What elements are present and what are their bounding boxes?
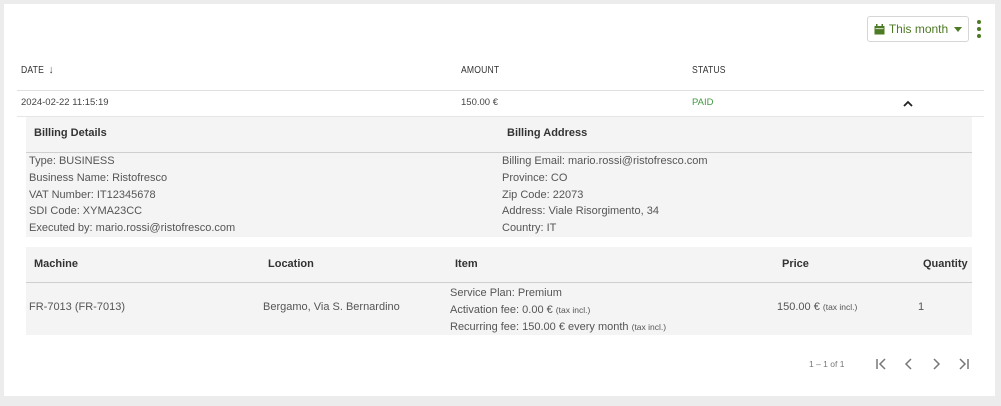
calendar-icon bbox=[874, 23, 885, 35]
billing-zip: Zip Code: 22073 bbox=[502, 188, 584, 201]
billing-province: Province: CO bbox=[502, 171, 568, 184]
header-divider bbox=[17, 90, 984, 91]
items-header-quantity: Quantity bbox=[923, 258, 968, 270]
items-divider bbox=[26, 282, 972, 283]
billing-vat-number: VAT Number: IT12345678 bbox=[29, 188, 156, 201]
kebab-menu-icon[interactable] bbox=[975, 20, 983, 38]
item-activation-fee: Activation fee: 0.00 € (tax incl.) bbox=[450, 304, 591, 316]
billing-address-title: Billing Address bbox=[507, 127, 588, 139]
last-page-icon[interactable] bbox=[955, 355, 973, 373]
billing-address-list: Billing Email: mario.rossi@ristofresco.c… bbox=[502, 153, 708, 237]
column-header-date[interactable]: DATE ↓ bbox=[21, 64, 54, 76]
billing-country: Country: IT bbox=[502, 222, 557, 235]
billing-details-title: Billing Details bbox=[34, 127, 107, 139]
row-date: 2024-02-22 11:15:19 bbox=[21, 97, 109, 108]
arrow-down-icon: ↓ bbox=[48, 64, 54, 76]
date-filter-label: This month bbox=[888, 22, 949, 36]
pagination-range: 1 – 1 of 1 bbox=[809, 359, 845, 369]
billing-address: Address: Viale Risorgimento, 34 bbox=[502, 205, 659, 218]
row-status-badge: PAID bbox=[692, 97, 714, 108]
item-quantity: 1 bbox=[918, 301, 925, 313]
billing-executed-by: Executed by: mario.rossi@ristofresco.com bbox=[29, 222, 236, 235]
item-machine: FR-7013 (FR-7013) bbox=[29, 301, 125, 313]
items-header-machine: Machine bbox=[34, 258, 79, 270]
billing-panel: Billing Details Billing Address Type: BU… bbox=[26, 117, 972, 237]
next-page-icon[interactable] bbox=[927, 355, 945, 373]
billing-type: Type: BUSINESS bbox=[29, 155, 115, 167]
items-table: Machine Location Item Price Quantity FR-… bbox=[26, 247, 972, 335]
item-recurring-fee: Recurring fee: 150.00 € every month (tax… bbox=[450, 321, 667, 333]
items-header-location: Location bbox=[268, 258, 314, 270]
previous-page-icon[interactable] bbox=[900, 355, 918, 373]
caret-down-icon bbox=[954, 26, 963, 32]
column-header-status[interactable]: STATUS bbox=[692, 64, 726, 76]
billing-details-list: Type: BUSINESS Business Name: Ristofresc… bbox=[29, 153, 235, 237]
billing-email: Billing Email: mario.rossi@ristofresco.c… bbox=[502, 155, 708, 167]
payments-card: This month DATE ↓ AMOUNT STATUS 2024-02-2… bbox=[4, 4, 995, 396]
item-price: 150.00 € (tax incl.) bbox=[777, 301, 858, 313]
billing-business-name: Business Name: Ristofresco bbox=[29, 171, 168, 184]
items-header-price: Price bbox=[782, 258, 809, 270]
item-service-plan: Service Plan: Premium bbox=[450, 287, 562, 299]
chevron-up-icon[interactable] bbox=[902, 96, 914, 107]
date-filter-button[interactable]: This month bbox=[867, 16, 969, 42]
item-description: Service Plan: Premium Activation fee: 0.… bbox=[450, 285, 666, 336]
first-page-icon[interactable] bbox=[872, 355, 890, 373]
items-header-item: Item bbox=[455, 258, 478, 270]
item-location: Bergamo, Via S. Bernardino bbox=[263, 301, 400, 313]
billing-sdi-code: SDI Code: XYMA23CC bbox=[29, 205, 143, 218]
column-header-amount[interactable]: AMOUNT bbox=[461, 64, 499, 76]
row-amount: 150.00 € bbox=[461, 97, 498, 108]
